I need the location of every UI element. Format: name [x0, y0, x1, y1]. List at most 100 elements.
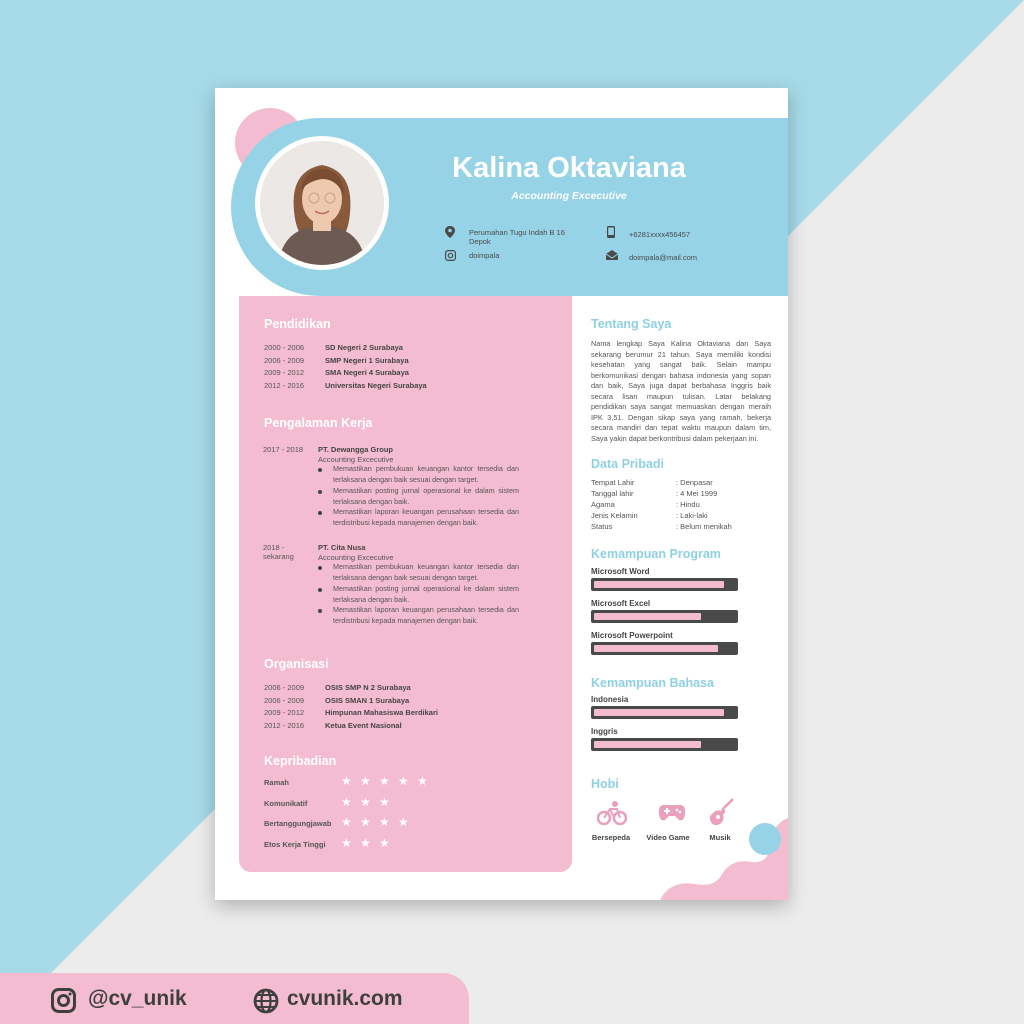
hobi-title: Hobi — [591, 777, 619, 791]
star-icon: ★ — [341, 794, 352, 809]
personal-label: Tanggal lahir — [591, 489, 634, 498]
edu-school: SMP Negeri 1 Surabaya — [325, 355, 409, 365]
bullet-dot — [318, 609, 322, 613]
resume-page: Kalina Oktaviana Accounting Excecutive P… — [215, 88, 788, 900]
job-company: PT. Dewangga Group — [318, 445, 394, 454]
job-company: PT. Cita Nusa — [318, 543, 366, 552]
instagram-icon — [445, 250, 456, 261]
skill-bar-fill — [594, 613, 701, 620]
personal-label: Agama — [591, 500, 615, 509]
tentang-title: Tentang Saya — [591, 317, 672, 331]
instagram-text: doimpala — [469, 251, 500, 260]
skill-bar — [591, 610, 738, 623]
hobby-label: Bersepeda — [591, 833, 631, 842]
skill-bar — [591, 578, 738, 591]
org-years: 2009 - 2012 — [264, 708, 305, 717]
location-pin-icon — [445, 226, 455, 238]
skill-label: Microsoft Excel — [591, 599, 651, 608]
personality-label: Etos Kerja Tinggi — [264, 839, 326, 849]
skill-label: Microsoft Powerpoint — [591, 631, 673, 640]
star-icon: ★ — [360, 835, 371, 850]
profile-photo — [260, 141, 384, 265]
personal-value: : 4 Mei 1999 — [676, 489, 718, 498]
edu-school: SMA Negeri 4 Surabaya — [325, 368, 409, 377]
mail-icon — [606, 250, 618, 260]
pengalaman-title: Pengalaman Kerja — [264, 416, 373, 430]
job-years: 2017 - 2018 — [263, 445, 304, 454]
bullet-dot — [318, 566, 322, 570]
personal-value: : Hindu — [676, 500, 700, 509]
org-name: OSIS SMAN 1 Surabaya — [325, 695, 410, 705]
edu-school: SD Negeri 2 Surabaya — [325, 343, 403, 352]
personal-value: : Laki-laki — [676, 511, 708, 520]
job-bullet: Memastikan posting jurnal operasional ke… — [333, 486, 519, 506]
globe-icon — [253, 988, 279, 1014]
job-bullet: Memastikan pembukuan keuangan kantor ter… — [333, 562, 519, 582]
skill-label: Inggris — [591, 727, 618, 736]
organisasi-title: Organisasi — [264, 657, 329, 671]
star-icon: ★ — [360, 815, 371, 829]
org-name: Himpunan Mahasiswa Berdikari — [325, 708, 438, 717]
decorative-wave — [660, 818, 788, 900]
email-text: doimpala@mail.com — [629, 253, 698, 262]
org-name: Ketua Event Nasional — [325, 720, 402, 730]
job-title: Accounting Excecutive — [511, 190, 627, 202]
bullet-dot — [318, 490, 322, 494]
candidate-name: Kalina Oktaviana — [452, 152, 686, 184]
star-icon: ★ — [360, 794, 371, 809]
star-icon: ★ — [341, 774, 352, 788]
skill-bar — [591, 706, 738, 719]
personal-label: Tempat Lahir — [591, 478, 635, 487]
star-icon: ★ — [379, 815, 390, 829]
bicycle-icon — [597, 801, 627, 826]
org-years: 2006 - 2009 — [264, 683, 305, 692]
about-text: Nama lengkap Saya Kalina Oktaviana dan S… — [591, 339, 771, 443]
program-title: Kemampuan Program — [591, 547, 721, 561]
bullet-dot — [318, 511, 322, 515]
star-icon: ★ — [379, 774, 390, 788]
star-icon: ★ — [379, 794, 390, 809]
personality-label: Ramah — [264, 778, 290, 787]
instagram-icon — [51, 988, 76, 1013]
org-name: OSIS SMP N 2 Surabaya — [325, 683, 411, 692]
job-role: Accounting Excecutive — [318, 455, 394, 464]
phone-icon — [607, 226, 615, 238]
personality-label: Komunikatif — [264, 798, 308, 808]
footer-instagram[interactable]: @cv_unik — [88, 987, 187, 1011]
job-years: 2018 - — [263, 543, 285, 552]
pendidikan-title: Pendidikan — [264, 317, 331, 331]
bahasa-title: Kemampuan Bahasa — [591, 676, 714, 690]
edu-years: 2009 - 2012 — [264, 368, 305, 377]
job-bullet: Memastikan posting jurnal operasional ke… — [333, 584, 519, 604]
bullet-dot — [318, 468, 322, 472]
skill-bar — [591, 642, 738, 655]
star-icon: ★ — [341, 815, 352, 829]
edu-years: 2006 - 2009 — [264, 355, 305, 365]
job-role: Accounting Excecutive — [318, 553, 394, 562]
star-icon: ★ — [417, 774, 428, 788]
skill-bar-fill — [594, 645, 718, 652]
personal-label: Status — [591, 522, 613, 531]
org-years: 2012 - 2016 — [264, 720, 305, 730]
skill-label: Microsoft Word — [591, 567, 650, 576]
kepribadian-title: Kepribadian — [264, 754, 337, 768]
skill-bar-fill — [594, 581, 724, 588]
star-icon: ★ — [379, 835, 390, 850]
star-icon: ★ — [360, 774, 371, 788]
personal-value: : Denpasar — [676, 478, 713, 487]
personal-value: : Belum menikah — [676, 522, 732, 531]
personal-label: Jenis Kelamin — [591, 511, 638, 520]
skill-bar — [591, 738, 738, 751]
skill-bar-fill — [594, 709, 724, 716]
bullet-dot — [318, 588, 322, 592]
edu-years: 2012 - 2016 — [264, 380, 305, 390]
skill-bar-fill — [594, 741, 701, 748]
job-bullet: Memastikan laporan keuangan perusahaan t… — [333, 507, 519, 527]
phone-text: +6281xxxx456457 — [629, 230, 691, 239]
star-icon: ★ — [398, 774, 409, 788]
job-bullet: Memastikan laporan keuangan perusahaan t… — [333, 605, 519, 625]
skill-label: Indonesia — [591, 695, 629, 704]
personality-label: Bertanggungjawab — [264, 819, 332, 828]
footer-website[interactable]: cvunik.com — [287, 987, 403, 1011]
org-years: 2006 - 2009 — [264, 695, 305, 705]
